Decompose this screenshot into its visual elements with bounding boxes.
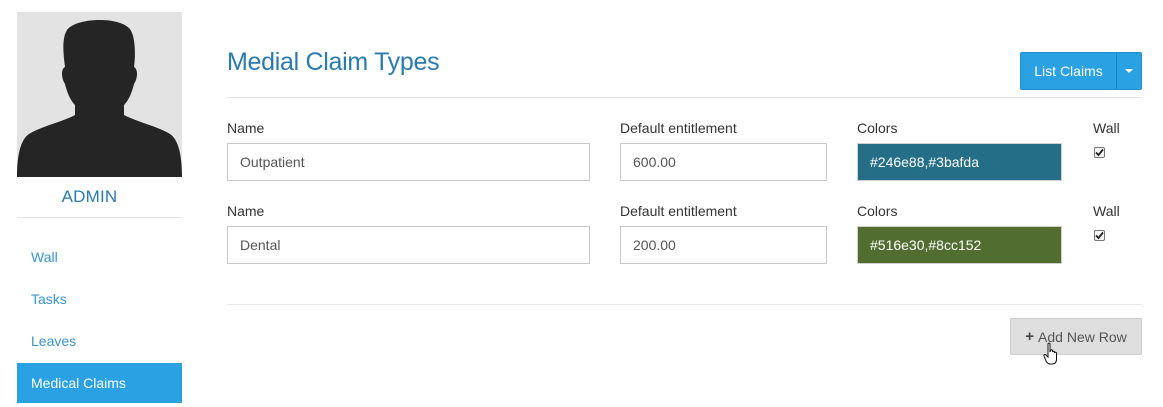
name-field[interactable]: Outpatient xyxy=(227,143,590,181)
avatar xyxy=(17,12,182,177)
checkbox-checked-icon xyxy=(1095,148,1104,157)
sidebar-nav: Wall Tasks Leaves Medical Claims xyxy=(17,237,182,405)
page-title: Medial Claim Types xyxy=(227,48,440,76)
sidebar-item-wall[interactable]: Wall xyxy=(17,237,182,277)
wall-label: Wall xyxy=(1093,120,1120,136)
list-claims-dropdown-toggle[interactable] xyxy=(1117,53,1141,89)
list-claims-split-button: List Claims xyxy=(1020,52,1142,90)
wall-checkbox[interactable] xyxy=(1094,147,1105,158)
entitlement-field[interactable]: 200.00 xyxy=(620,226,827,264)
main-content: Medial Claim Types List Claims Name Outp… xyxy=(227,0,1142,407)
username: ADMIN xyxy=(17,177,182,218)
colors-field[interactable]: #246e88,#3bafda xyxy=(857,143,1062,181)
name-label: Name xyxy=(227,120,265,136)
name-label: Name xyxy=(227,203,265,219)
entitlement-label: Default entitlement xyxy=(620,120,737,136)
colors-label: Colors xyxy=(857,203,898,219)
divider xyxy=(227,304,1142,305)
wall-label: Wall xyxy=(1093,203,1120,219)
checkbox-checked-icon xyxy=(1095,231,1104,240)
sidebar-item-leaves[interactable]: Leaves xyxy=(17,321,182,361)
claim-type-row: Name Outpatient Default entitlement 600.… xyxy=(227,120,1142,190)
wall-checkbox[interactable] xyxy=(1094,230,1105,241)
hand-cursor-icon xyxy=(1043,342,1057,365)
plus-icon: + xyxy=(1025,328,1035,345)
list-claims-button[interactable]: List Claims xyxy=(1021,53,1117,89)
entitlement-label: Default entitlement xyxy=(620,203,737,219)
sidebar-item-medical-claims[interactable]: Medical Claims xyxy=(17,363,182,403)
claim-type-row: Name Dental Default entitlement 200.00 C… xyxy=(227,203,1142,273)
colors-label: Colors xyxy=(857,120,898,136)
avatar-silhouette-icon xyxy=(17,19,182,177)
divider xyxy=(227,97,1142,98)
chevron-down-icon xyxy=(1125,69,1133,73)
name-field[interactable]: Dental xyxy=(227,226,590,264)
colors-field[interactable]: #516e30,#8cc152 xyxy=(857,226,1062,264)
sidebar: ADMIN Wall Tasks Leaves Medical Claims xyxy=(17,12,182,407)
entitlement-field[interactable]: 600.00 xyxy=(620,143,827,181)
add-new-row-button[interactable]: + Add New Row xyxy=(1010,318,1142,355)
sidebar-item-tasks[interactable]: Tasks xyxy=(17,279,182,319)
